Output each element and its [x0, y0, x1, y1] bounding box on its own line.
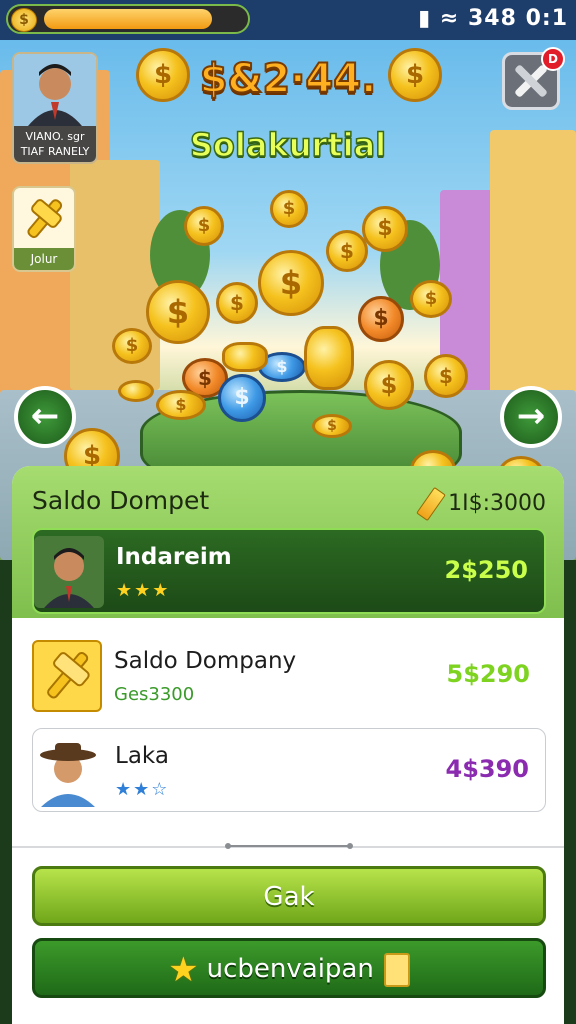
row-amount: 2$250	[444, 556, 529, 584]
wallet-row-selected[interactable]: Indareim ★★★ 2$250	[32, 528, 546, 614]
row-name: Laka	[115, 743, 169, 769]
coin-icon: $	[410, 280, 452, 318]
item-button[interactable]: Jolur	[12, 186, 76, 272]
system-clock: 348 0:1	[468, 6, 568, 31]
item-button-label: Jolur	[14, 248, 74, 270]
coin-icon: $	[270, 190, 308, 228]
drag-handle[interactable]	[224, 842, 354, 850]
player-portrait-icon	[14, 54, 96, 126]
coin-icon: $	[146, 280, 210, 344]
coin-icon: $	[362, 206, 408, 252]
wallet-panel: Saldo Dompet 1I$:3000 Indareim ★★★ 2$250…	[12, 466, 564, 1024]
notification-badge: D	[541, 47, 565, 71]
secondary-action-button[interactable]: ★ ucbenvaipan	[32, 938, 546, 998]
secondary-button-label: ucbenvaipan	[206, 954, 374, 984]
avatar	[34, 536, 104, 608]
player-profile-card[interactable]: VIANO. sgr TIAF RANELY	[12, 52, 98, 164]
coin-stack-icon	[304, 326, 354, 390]
coin-icon: $	[258, 250, 324, 316]
ticket-icon	[383, 952, 410, 987]
coin-icon: $	[216, 282, 258, 324]
row-amount: 4$390	[445, 755, 530, 783]
profile-caption: VIANO. sgr TIAF RANELY	[14, 126, 96, 162]
star-rating: ★★☆	[115, 779, 170, 800]
coin-stack-icon	[222, 342, 268, 372]
profile-caption-line2: TIAF RANELY	[20, 145, 90, 158]
level-progress-bar: $	[6, 4, 250, 34]
row-amount: 5$290	[446, 660, 531, 688]
coin-icon: $	[156, 390, 206, 420]
coin-icon: $	[424, 354, 468, 398]
previous-arrow-button[interactable]: ←	[14, 386, 76, 448]
level-progress-fill	[44, 9, 212, 29]
coin-icon: $	[326, 230, 368, 272]
next-arrow-button[interactable]: →	[500, 386, 562, 448]
coin-icon: $	[184, 206, 224, 246]
signal-icon: ▮	[418, 6, 432, 31]
system-status-text: ▮ ≈ 348 0:1	[418, 6, 568, 31]
coin-icon: $	[112, 328, 152, 364]
wifi-icon: ≈	[439, 6, 460, 31]
coin-icon: $	[364, 360, 414, 410]
wallet-total-value: 1I$:3000	[448, 491, 546, 516]
coin-icon: $	[11, 8, 37, 32]
star-rating: ★★★	[116, 580, 171, 601]
coin-icon: $	[312, 414, 352, 438]
golden-hammer-icon	[47, 651, 90, 699]
tools-button[interactable]: D	[502, 47, 565, 110]
arrow-right-icon: →	[516, 396, 546, 436]
building-right	[490, 130, 576, 400]
avatar	[32, 640, 102, 712]
wallet-total: 1I$:3000	[416, 486, 546, 522]
wallet-row[interactable]: Saldo Dompany Ges3300 5$290	[32, 634, 546, 720]
row-name: Indareim	[116, 544, 232, 570]
profile-caption-line1: VIANO. sgr	[25, 130, 85, 143]
avatar-portrait-icon	[34, 536, 104, 608]
coin-icon	[118, 380, 154, 402]
primary-action-button[interactable]: Gak	[32, 866, 546, 926]
arrow-left-icon: ←	[30, 396, 60, 436]
golden-hammer-icon	[27, 199, 63, 239]
coin-icon: $	[358, 296, 404, 342]
wallet-row[interactable]: Laka ★★☆ 4$390	[32, 728, 546, 812]
cowboy-portrait-icon	[33, 735, 103, 807]
star-icon: ★	[168, 949, 199, 990]
avatar	[33, 735, 103, 807]
coin-icon: $	[218, 374, 266, 422]
row-name: Saldo Dompany	[114, 648, 297, 674]
wallet-title: Saldo Dompet	[32, 486, 210, 515]
row-subtext: Ges3300	[114, 684, 195, 705]
status-bar: $ ▮ ≈ 348 0:1	[0, 0, 576, 40]
